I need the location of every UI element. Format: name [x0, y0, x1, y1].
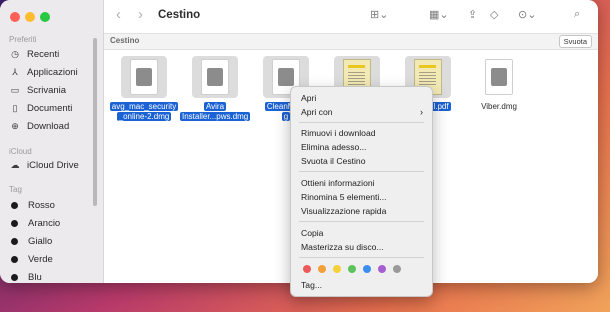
tag-color-yellow[interactable] [333, 265, 341, 273]
sidebar-item-label: Applicazioni [27, 67, 78, 78]
tag-dot-icon [11, 220, 18, 227]
file-name-line: Avira [203, 102, 227, 111]
file-name-line: l.pdf [431, 102, 451, 111]
menu-item-quick-look[interactable]: Visualizzazione rapida [301, 206, 386, 216]
toolbar: ‹ › Cestino ⊞⌄ ▦⌄ ⇪ ◇ ⊙⌄ ⌕ [104, 0, 598, 33]
cloud-icon: ☁ [10, 160, 20, 170]
context-menu: Apri Apri con › Rimuovi i download Elimi… [290, 86, 433, 297]
chevron-right-icon: › [420, 107, 423, 117]
minimize-window-button[interactable] [25, 12, 35, 22]
tag-color-blue[interactable] [363, 265, 371, 273]
empty-trash-button[interactable]: Svuota [558, 35, 592, 48]
clock-icon: ◷ [11, 49, 19, 59]
sidebar-section-icloud: iCloud [9, 147, 32, 156]
breadcrumb: Cestino [110, 36, 140, 45]
menu-divider [299, 257, 424, 258]
tag-color-red[interactable] [303, 265, 311, 273]
menu-item-remove-download[interactable]: Rimuovi i download [301, 128, 376, 138]
close-window-button[interactable] [10, 12, 20, 22]
menu-item-open[interactable]: Apri [301, 93, 316, 103]
sidebar-item-label: Recenti [27, 49, 60, 60]
dmg-file-icon [121, 56, 167, 98]
applications-icon: ⅄ [12, 67, 18, 77]
sidebar-tag-verde[interactable]: Verde [9, 254, 53, 265]
sidebar: Preferiti ◷ Recenti ⅄ Applicazioni ▭ Scr… [0, 0, 104, 283]
sidebar-tag-giallo[interactable]: Giallo [9, 236, 52, 247]
zoom-window-button[interactable] [40, 12, 50, 22]
menu-item-rename[interactable]: Rinomina 5 elementi... [301, 192, 387, 202]
menu-item-open-with[interactable]: Apri con [301, 107, 333, 117]
sidebar-tag-blu[interactable]: Blu [9, 272, 42, 283]
more-actions-icon[interactable]: ⊙⌄ [518, 8, 536, 21]
sidebar-section-favorites: Preferiti [9, 35, 37, 44]
tag-dot-icon [11, 274, 18, 281]
tag-dot-icon [11, 202, 18, 209]
file-name-line: g [281, 112, 291, 121]
sidebar-scrollbar[interactable] [93, 38, 97, 206]
tag-color-orange[interactable] [318, 265, 326, 273]
file-item-viber[interactable]: Viber.dmg [464, 56, 534, 112]
tag-color-gray[interactable] [393, 265, 401, 273]
file-name-line: Viber.dmg [481, 102, 517, 111]
sidebar-item-label: Documenti [27, 103, 73, 114]
menu-item-empty-trash[interactable]: Svuota il Cestino [301, 156, 366, 166]
share-icon[interactable]: ⇪ [468, 8, 477, 21]
sidebar-item-label: Rosso [28, 200, 55, 211]
sidebar-item-label: Arancio [28, 218, 61, 229]
dmg-file-icon [192, 56, 238, 98]
sidebar-item-recenti[interactable]: ◷ Recenti [9, 49, 59, 60]
menu-divider [299, 221, 424, 222]
sidebar-section-tags: Tag [9, 185, 22, 194]
tag-dot-icon [11, 238, 18, 245]
tag-icon[interactable]: ◇ [490, 8, 498, 21]
tag-color-purple[interactable] [378, 265, 386, 273]
menu-item-delete-now[interactable]: Elimina adesso... [301, 142, 366, 152]
menu-item-tags[interactable]: Tag... [301, 280, 322, 290]
menu-item-burn[interactable]: Masterizza su disco... [301, 242, 384, 252]
sidebar-item-scrivania[interactable]: ▭ Scrivania [9, 85, 66, 96]
dmg-file-icon [476, 56, 522, 98]
desktop-icon: ▭ [10, 85, 20, 95]
sidebar-item-label: Download [27, 121, 70, 132]
file-item-avg[interactable]: avg_mac_security _online-2.dmg [109, 56, 179, 122]
tag-dot-icon [11, 256, 18, 263]
sidebar-item-documenti[interactable]: ▯ Documenti [9, 103, 73, 114]
sidebar-item-label: Verde [28, 254, 53, 265]
search-icon[interactable]: ⌕ [574, 8, 580, 21]
sidebar-tag-arancio[interactable]: Arancio [9, 218, 60, 229]
menu-divider [299, 122, 424, 123]
window-title: Cestino [158, 9, 201, 21]
sidebar-tag-rosso[interactable]: Rosso [9, 200, 55, 211]
menu-item-get-info[interactable]: Ottieni informazioni [301, 178, 375, 188]
download-icon: ⊕ [11, 121, 19, 131]
group-view-icon[interactable]: ▦⌄ [429, 8, 449, 21]
sidebar-item-applicazioni[interactable]: ⅄ Applicazioni [9, 67, 78, 78]
file-item-avira[interactable]: Avira Installer...pws.dmg [180, 56, 251, 122]
tag-color-green[interactable] [348, 265, 356, 273]
file-name-line: _online-2.dmg [116, 112, 172, 121]
file-name-line: Installer...pws.dmg [180, 112, 251, 121]
sidebar-item-label: Giallo [28, 236, 53, 247]
menu-item-copy[interactable]: Copia [301, 228, 323, 238]
path-bar: Cestino Svuota [104, 33, 598, 50]
back-arrow-icon[interactable]: ‹ [116, 6, 121, 23]
sidebar-item-label: iCloud Drive [27, 160, 79, 171]
forward-arrow-icon[interactable]: › [138, 6, 143, 23]
file-name-line: avg_mac_security [109, 102, 179, 111]
sidebar-item-icloud-drive[interactable]: ☁ iCloud Drive [9, 160, 79, 171]
menu-divider [299, 171, 424, 172]
sidebar-item-label: Scrivania [27, 85, 67, 96]
sidebar-item-label: Blu [28, 272, 42, 283]
document-icon: ▯ [12, 103, 18, 113]
sidebar-item-download[interactable]: ⊕ Download [9, 121, 69, 132]
icon-view-grid-icon[interactable]: ⊞⌄ [370, 8, 388, 21]
